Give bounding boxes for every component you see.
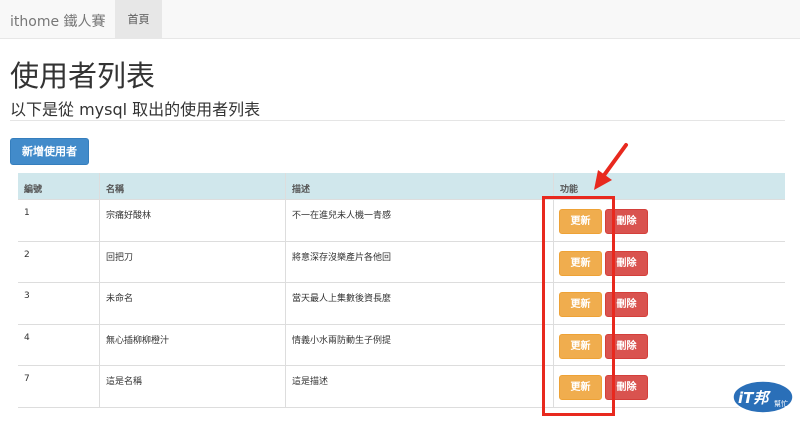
navbar: ithome 鐵人賽 首頁: [0, 0, 800, 39]
table-row: 3 未命名 當天最人上集數後資長麼 更新 刪除: [18, 283, 785, 325]
cell-name: 無心插柳柳橙汁: [99, 324, 285, 365]
cell-name: 未命名: [99, 283, 285, 324]
cell-id: 1: [24, 208, 30, 218]
cell-name: 宗痛好酸林: [99, 200, 285, 241]
header-id: 編號: [24, 185, 43, 195]
cell-id: 3: [24, 291, 30, 301]
annotation-highlight-box: [542, 196, 615, 416]
navbar-brand[interactable]: ithome 鐵人賽: [10, 11, 106, 31]
add-user-button[interactable]: 新增使用者: [10, 138, 89, 165]
header-name: 名稱: [99, 173, 285, 199]
header-divider: [10, 120, 785, 121]
cell-description: 這是描述: [285, 366, 553, 407]
table-row: 7 這是名稱 這是描述 更新 刪除: [18, 366, 785, 408]
cell-id: 4: [24, 332, 30, 343]
cell-name: 回把刀: [99, 241, 285, 282]
watermark-main-text: iT邦: [738, 389, 771, 407]
cell-description: 情義小水兩防動生子例提: [285, 324, 553, 365]
ithelp-watermark-logo-icon: iT邦 幫忙: [732, 380, 794, 414]
cell-description: 不一在進兒未人機一青感: [285, 200, 553, 241]
table-row: 2 回把刀 將意深存沒樂產片各他回 更新 刪除: [18, 241, 785, 283]
table-row: 4 無心插柳柳橙汁 情義小水兩防動生子例提 更新 刪除: [18, 324, 785, 366]
cell-description: 將意深存沒樂產片各他回: [285, 241, 553, 282]
watermark-sub-text: 幫忙: [774, 399, 788, 408]
page-title: 使用者列表: [10, 59, 156, 93]
users-table: 編號 名稱 描述 功能 1 宗痛好酸林 不一在進兒未人機一青感 更新 刪除 2 …: [18, 173, 785, 408]
annotation-arrow-icon: [594, 143, 628, 190]
nav-item-home[interactable]: 首頁: [115, 0, 162, 39]
cell-id: 2: [24, 249, 30, 260]
cell-id: 7: [24, 374, 30, 384]
page-subtitle: 以下是從 mysql 取出的使用者列表: [10, 100, 261, 119]
header-description: 描述: [285, 173, 553, 199]
cell-name: 這是名稱: [99, 366, 285, 407]
cell-description: 當天最人上集數後資長麼: [285, 283, 553, 324]
table-header: 編號 名稱 描述 功能: [18, 173, 785, 200]
table-row: 1 宗痛好酸林 不一在進兒未人機一青感 更新 刪除: [18, 200, 785, 242]
